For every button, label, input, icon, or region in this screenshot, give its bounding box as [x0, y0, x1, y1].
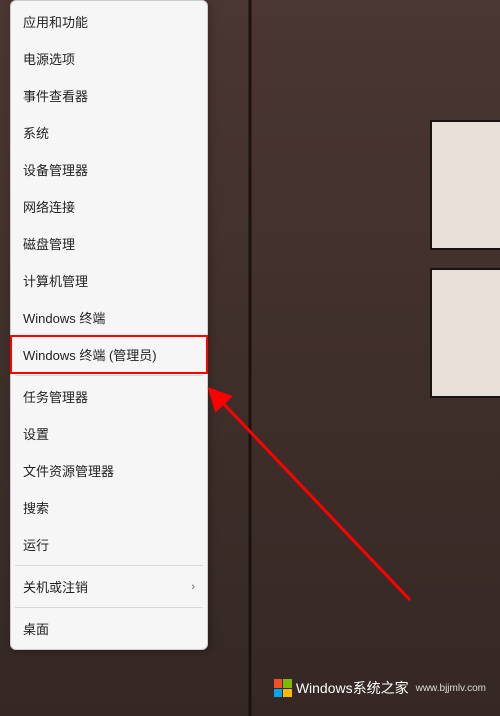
menu-item-label: 应用和功能	[23, 12, 88, 31]
winx-context-menu: 应用和功能电源选项事件查看器系统设备管理器网络连接磁盘管理计算机管理 Window…	[10, 0, 208, 650]
watermark-sub-text: www.bjjmlv.com	[416, 683, 486, 694]
menu-item-windows-terminal[interactable]: Windows 终端	[11, 299, 207, 336]
menu-item-label: 运行	[23, 535, 49, 554]
menu-item-label: Windows 终端	[23, 308, 105, 327]
menu-item-disk-management[interactable]: 磁盘管理	[11, 225, 207, 262]
menu-divider	[15, 375, 203, 376]
menu-item-task-manager[interactable]: 任务管理器	[11, 378, 207, 415]
menu-divider	[15, 607, 203, 608]
menu-item-label: 事件查看器	[23, 86, 88, 105]
menu-item-network-connections[interactable]: 网络连接	[11, 188, 207, 225]
menu-item-windows-terminal-admin[interactable]: Windows 终端 (管理员)	[11, 336, 207, 373]
watermark: Windows系统之家 www.bjjmlv.com	[274, 678, 486, 698]
menu-divider	[15, 565, 203, 566]
windows-logo-wallpaper	[410, 120, 500, 400]
menu-item-settings[interactable]: 设置	[11, 415, 207, 452]
menu-item-event-viewer[interactable]: 事件查看器	[11, 77, 207, 114]
menu-item-label: 关机或注销	[23, 577, 88, 596]
menu-item-label: 设置	[23, 424, 49, 443]
menu-item-label: 电源选项	[23, 49, 75, 68]
menu-item-power-options[interactable]: 电源选项	[11, 40, 207, 77]
chevron-right-icon: ›	[191, 581, 195, 593]
menu-item-run[interactable]: 运行	[11, 526, 207, 563]
menu-item-search[interactable]: 搜索	[11, 489, 207, 526]
menu-item-label: Windows 终端 (管理员)	[23, 345, 157, 364]
menu-item-file-explorer[interactable]: 文件资源管理器	[11, 452, 207, 489]
menu-item-device-manager[interactable]: 设备管理器	[11, 151, 207, 188]
menu-item-label: 网络连接	[23, 197, 75, 216]
menu-item-shutdown-signout[interactable]: 关机或注销 ›	[11, 568, 207, 605]
menu-item-label: 搜索	[23, 498, 49, 517]
menu-item-label: 桌面	[23, 619, 49, 638]
menu-item-label: 设备管理器	[23, 160, 88, 179]
watermark-main-text: Windows系统之家	[296, 678, 409, 698]
menu-item-label: 磁盘管理	[23, 234, 75, 253]
windows-logo-icon	[274, 679, 292, 697]
menu-item-label: 计算机管理	[23, 271, 88, 290]
menu-item-system[interactable]: 系统	[11, 114, 207, 151]
menu-item-apps-and-features[interactable]: 应用和功能	[11, 3, 207, 40]
menu-item-desktop[interactable]: 桌面	[11, 610, 207, 647]
menu-item-label: 文件资源管理器	[23, 461, 114, 480]
menu-item-label: 任务管理器	[23, 387, 88, 406]
menu-item-label: 系统	[23, 123, 49, 142]
menu-item-computer-management[interactable]: 计算机管理	[11, 262, 207, 299]
